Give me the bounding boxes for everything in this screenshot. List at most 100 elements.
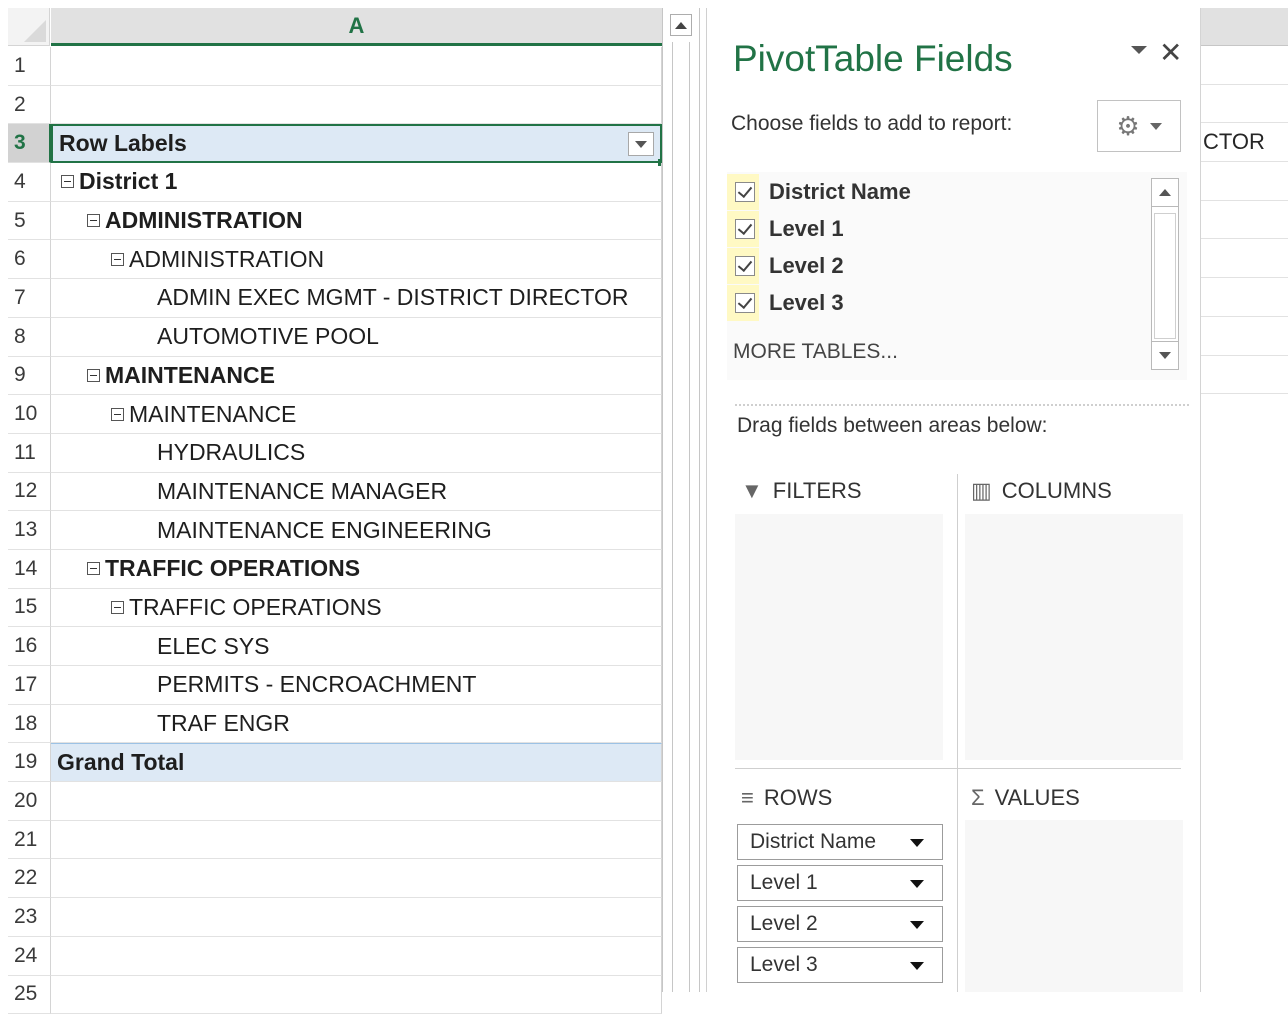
pivot-row-level3[interactable]: ADMIN EXEC MGMT - DISTRICT DIRECTOR [51, 279, 662, 318]
empty-cell[interactable] [51, 976, 662, 1014]
row-header[interactable]: 20 [8, 782, 51, 821]
row-header[interactable]: 16 [8, 627, 51, 666]
columns-drop-area[interactable] [965, 514, 1183, 760]
field-item[interactable]: District Name [727, 174, 911, 210]
grand-total-label: Grand Total [57, 749, 184, 776]
checkbox-checked-icon[interactable] [735, 293, 755, 313]
select-all-corner[interactable] [8, 8, 50, 46]
row-header[interactable]: 15 [8, 589, 51, 628]
values-drop-area[interactable] [965, 820, 1183, 992]
chevron-down-icon[interactable] [910, 921, 924, 929]
row-header[interactable]: 12 [8, 473, 51, 512]
panel-splitter-scrollbar[interactable] [662, 8, 700, 992]
empty-cell[interactable] [51, 821, 662, 860]
row-header[interactable]: 10 [8, 395, 51, 434]
row-header[interactable]: 1 [8, 47, 51, 86]
pivot-row-level3[interactable]: ELEC SYS [51, 627, 662, 666]
collapse-icon[interactable] [61, 175, 74, 188]
row-header[interactable]: 17 [8, 666, 51, 705]
pivot-row-level2[interactable]: ADMINISTRATION [51, 240, 662, 279]
rows-field-chip[interactable]: Level 2 [737, 906, 943, 942]
row-header[interactable]: 9 [8, 357, 51, 396]
rows-area-title: ≡ ROWS [741, 785, 832, 811]
field-item[interactable]: Level 2 [727, 248, 844, 284]
row-header[interactable]: 23 [8, 898, 51, 937]
row-header[interactable]: 8 [8, 318, 51, 357]
pivot-row-label: AUTOMOTIVE POOL [157, 323, 379, 350]
filters-drop-area[interactable] [735, 514, 943, 760]
checkbox-checked-icon[interactable] [735, 219, 755, 239]
empty-cell[interactable] [51, 937, 662, 976]
chevron-down-icon[interactable] [910, 880, 924, 888]
row-header[interactable]: 22 [8, 859, 51, 898]
row-labels-filter-button[interactable] [628, 132, 654, 156]
row-header[interactable]: 13 [8, 511, 51, 550]
cell-a1[interactable] [51, 47, 662, 86]
row-header[interactable]: 25 [8, 976, 51, 1014]
pivot-row-level3[interactable]: HYDRAULICS [51, 434, 662, 473]
empty-cell[interactable] [51, 782, 662, 821]
row-header[interactable]: 24 [8, 937, 51, 976]
pivot-row-level1[interactable]: MAINTENANCE [51, 357, 662, 396]
pivot-row-level1[interactable]: ADMINISTRATION [51, 202, 662, 241]
field-list-scrollbar[interactable] [1151, 178, 1179, 370]
collapse-icon[interactable] [87, 562, 100, 575]
row-header[interactable]: 21 [8, 821, 51, 860]
row-header[interactable]: 5 [8, 202, 51, 241]
pivot-row-level2[interactable]: MAINTENANCE [51, 395, 662, 434]
row-labels-header-cell[interactable]: Row Labels [51, 124, 662, 163]
pivot-row-level1[interactable]: TRAFFIC OPERATIONS [51, 550, 662, 589]
pivot-row-level2[interactable]: TRAFFIC OPERATIONS [51, 589, 662, 628]
pivot-row-label: District 1 [79, 168, 177, 195]
pivot-row-district[interactable]: District 1 [51, 163, 662, 202]
checkbox-checked-icon[interactable] [735, 182, 755, 202]
collapse-icon[interactable] [111, 408, 124, 421]
column-header-partial [1201, 8, 1288, 46]
grand-total-row[interactable]: Grand Total [51, 743, 662, 782]
scroll-thumb[interactable] [1154, 213, 1176, 339]
more-tables-link[interactable]: MORE TABLES... [733, 340, 898, 364]
close-icon[interactable]: ✕ [1159, 36, 1182, 69]
row-header[interactable]: 3 [8, 124, 51, 163]
collapse-icon[interactable] [87, 214, 100, 227]
overflow-text-cell: CTOR [1201, 123, 1288, 162]
row-header[interactable]: 4 [8, 163, 51, 202]
rows-field-chip[interactable]: District Name [737, 824, 943, 860]
pivot-row-label: ELEC SYS [157, 633, 270, 660]
row-header[interactable]: 7 [8, 279, 51, 318]
cell-a2[interactable] [51, 86, 662, 125]
empty-cell[interactable] [51, 859, 662, 898]
collapse-icon[interactable] [111, 253, 124, 266]
field-item[interactable]: Level 3 [727, 285, 844, 321]
pivot-row-level3[interactable]: MAINTENANCE MANAGER [51, 473, 662, 512]
scroll-up-button[interactable] [1152, 179, 1178, 207]
pivot-row-level3[interactable]: TRAF ENGR [51, 705, 662, 744]
chevron-down-icon[interactable] [910, 962, 924, 970]
values-label: VALUES [995, 785, 1080, 811]
field-item[interactable]: Level 1 [727, 211, 844, 247]
tools-button[interactable]: ⚙ [1097, 100, 1181, 152]
rows-field-chip[interactable]: Level 3 [737, 947, 943, 983]
empty-cell[interactable] [51, 898, 662, 937]
row-header[interactable]: 6 [8, 240, 51, 279]
row-header[interactable]: 19 [8, 743, 51, 782]
checkbox-checked-icon[interactable] [735, 256, 755, 276]
row-header[interactable]: 14 [8, 550, 51, 589]
task-pane-options-icon[interactable] [1131, 46, 1147, 54]
scroll-up-button[interactable] [670, 14, 692, 36]
scroll-down-button[interactable] [1152, 341, 1178, 369]
drag-fields-label: Drag fields between areas below: [737, 414, 1048, 438]
chevron-down-icon[interactable] [910, 839, 924, 847]
scroll-track[interactable] [672, 42, 690, 992]
pivot-row-level3[interactable]: AUTOMOTIVE POOL [51, 318, 662, 357]
rows-field-chip[interactable]: Level 1 [737, 865, 943, 901]
column-header-a[interactable]: A [51, 8, 662, 46]
collapse-icon[interactable] [111, 601, 124, 614]
pivot-row-level3[interactable]: MAINTENANCE ENGINEERING [51, 511, 662, 550]
collapse-icon[interactable] [87, 369, 100, 382]
pivot-row-level3[interactable]: PERMITS - ENCROACHMENT [51, 666, 662, 705]
row-header[interactable]: 18 [8, 705, 51, 744]
empty-cell [1201, 356, 1288, 395]
row-header[interactable]: 11 [8, 434, 51, 473]
row-header[interactable]: 2 [8, 86, 51, 125]
